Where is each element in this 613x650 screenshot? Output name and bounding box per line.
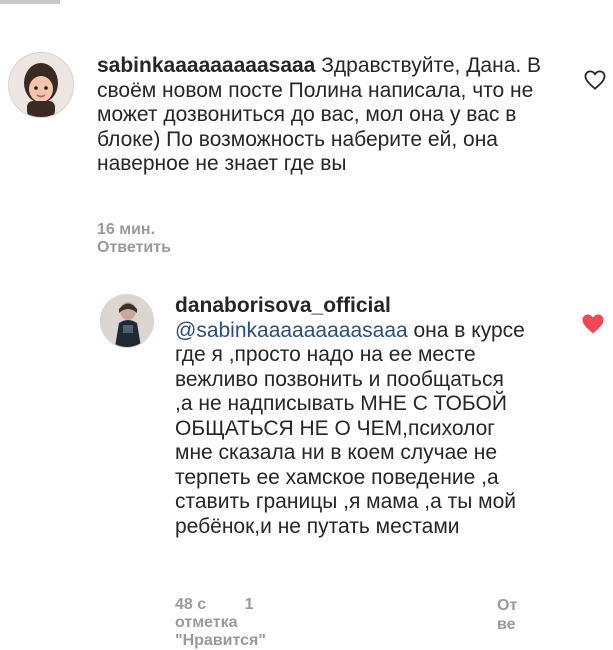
top-divider [0, 0, 60, 4]
comment-body: она в курсе где я ,просто надо на ее мес… [175, 318, 525, 538]
comment-username[interactable]: sabinkaaaaaaaaasaaa [97, 54, 315, 77]
mention-link[interactable]: @sabinkaaaaaaaaasaaa [175, 319, 408, 342]
comment-username[interactable]: danaborisova_official [175, 294, 525, 319]
comment-text: danaborisova_official @sabinkaaaaaaaaasa… [175, 294, 525, 539]
memoji-avatar-icon[interactable] [8, 52, 74, 118]
reply-button[interactable]: Ответить [97, 239, 171, 256]
comment-text: sabinkaaaaaaaaasaaa Здравствуйте, Дана. … [97, 54, 557, 177]
comment-timestamp: 16 мин. [97, 221, 156, 238]
heart-outline-icon[interactable] [584, 70, 606, 95]
profile-photo-avatar-icon[interactable] [100, 294, 154, 348]
comment-timestamp: 48 с [175, 596, 207, 613]
comment-meta: 16 мин. Ответить [97, 221, 205, 257]
comment-meta: 48 с 1 отметка "Нравится" [175, 596, 296, 650]
reply-button[interactable]: От ве [497, 596, 517, 634]
heart-filled-icon[interactable] [581, 313, 605, 340]
